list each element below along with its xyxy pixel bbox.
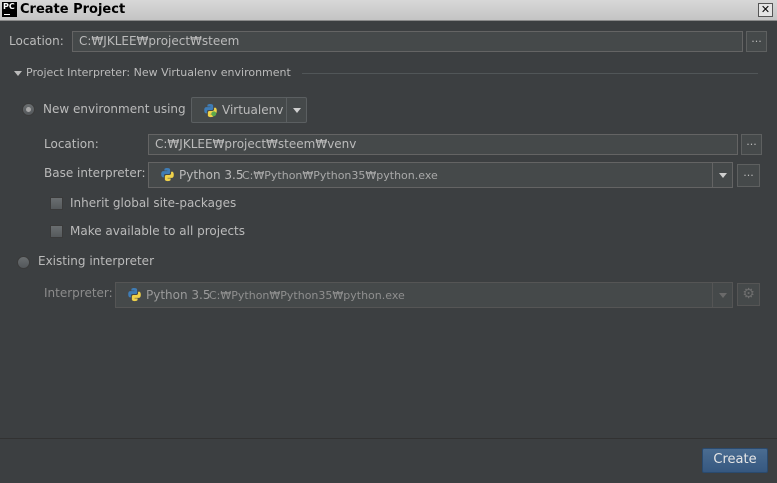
interpreter-settings-gear-icon[interactable]: ⚙ xyxy=(737,283,760,306)
inherit-site-packages-checkbox[interactable] xyxy=(50,197,63,210)
chevron-down-icon[interactable] xyxy=(293,108,301,113)
make-available-label[interactable]: Make available to all projects xyxy=(70,224,245,238)
existing-interpreter-dropdown[interactable] xyxy=(712,283,732,307)
venv-location-browse-button[interactable]: ... xyxy=(741,134,762,155)
inherit-site-packages-label[interactable]: Inherit global site-packages xyxy=(70,196,236,210)
make-available-checkbox[interactable] xyxy=(50,225,63,238)
existing-interpreter-path: C:₩Python₩Python35₩python.exe xyxy=(209,289,405,302)
new-environment-radio[interactable] xyxy=(22,103,35,116)
python-icon xyxy=(161,167,174,182)
interpreter-label: Interpreter: xyxy=(44,286,113,300)
combo-separator xyxy=(286,98,287,122)
base-interpreter-dropdown[interactable] xyxy=(712,163,732,187)
chevron-down-icon xyxy=(719,293,727,298)
project-location-browse-button[interactable]: ... xyxy=(746,31,767,52)
base-interpreter-browse-button[interactable]: ... xyxy=(737,164,760,187)
pycharm-app-icon: PC xyxy=(2,2,17,17)
base-interpreter-path: C:₩Python₩Python35₩python.exe xyxy=(242,169,438,182)
interpreter-section-title[interactable]: Project Interpreter: New Virtualenv envi… xyxy=(26,66,291,79)
title-bar: PC Create Project ✕ xyxy=(0,0,777,21)
new-environment-label[interactable]: New environment using xyxy=(43,102,186,116)
venv-location-label: Location: xyxy=(44,137,99,151)
venv-location-input[interactable]: C:₩JKLEE₩project₩steem₩venv xyxy=(148,134,738,155)
virtualenv-icon xyxy=(204,103,217,118)
footer-divider xyxy=(0,438,777,439)
existing-interpreter-radio[interactable] xyxy=(17,256,30,269)
base-interpreter-select[interactable]: Python 3.5 C:₩Python₩Python35₩python.exe xyxy=(148,162,733,188)
window-title: Create Project xyxy=(20,2,126,17)
section-collapse-icon[interactable] xyxy=(14,71,22,76)
section-divider xyxy=(302,73,758,74)
base-interpreter-label: Base interpreter: xyxy=(44,166,146,180)
project-location-input[interactable]: C:₩JKLEE₩project₩steem xyxy=(72,31,743,52)
python-icon xyxy=(128,287,141,302)
existing-interpreter-name: Python 3.5 xyxy=(146,288,211,302)
location-label: Location: xyxy=(9,34,64,48)
existing-interpreter-label[interactable]: Existing interpreter xyxy=(38,254,154,268)
environment-tool-value: Virtualenv xyxy=(222,103,284,117)
base-interpreter-name: Python 3.5 xyxy=(179,168,244,182)
create-button[interactable]: Create xyxy=(702,448,768,473)
chevron-down-icon xyxy=(719,173,727,178)
environment-tool-select[interactable]: Virtualenv xyxy=(191,97,307,123)
close-button[interactable]: ✕ xyxy=(758,3,773,17)
existing-interpreter-select[interactable]: Python 3.5 C:₩Python₩Python35₩python.exe xyxy=(115,282,733,308)
